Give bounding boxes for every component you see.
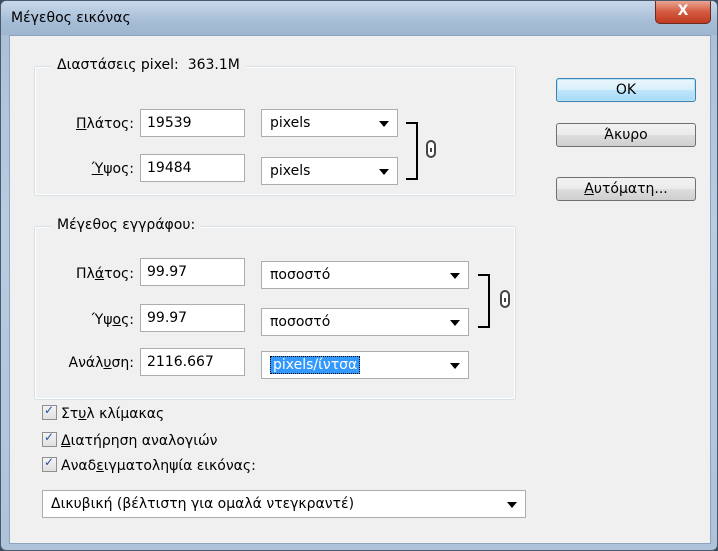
dialog-title: Μέγεθος εικόνας <box>11 10 131 26</box>
pixel-size-value: 363.1M <box>187 57 240 73</box>
dialog-body: Διαστάσεις pixel: 363.1M Πλάτος: 19539 p… <box>9 35 711 544</box>
chain-link-icon <box>500 290 510 308</box>
pixel-height-unit-select[interactable]: pixels <box>261 157 398 185</box>
doc-height-input[interactable]: 99.97 <box>140 304 245 332</box>
checkbox-checked-icon <box>42 455 57 472</box>
scale-styles-checkbox[interactable]: Στυλ κλίμακας <box>42 403 164 423</box>
chevron-down-icon <box>507 502 517 508</box>
document-size-title: Μέγεθος εγγράφου: <box>51 217 202 233</box>
title-bar: Μέγεθος εικόνας X <box>1 1 717 35</box>
doc-width-label: Πλάτος: <box>76 266 134 282</box>
resolution-unit-select[interactable]: pixels/ίντσα <box>261 351 469 379</box>
chevron-down-icon <box>379 169 389 175</box>
auto-button[interactable]: Αυτόματη... <box>556 177 696 201</box>
chevron-down-icon <box>450 363 460 369</box>
doc-height-unit-select[interactable]: ποσοστό <box>261 308 469 336</box>
resample-image-checkbox[interactable]: Αναδειγματοληψία εικόνας: <box>42 455 256 475</box>
doc-width-input[interactable]: 99.97 <box>140 258 245 286</box>
pixel-constrain-bracket <box>406 122 418 180</box>
pixel-width-unit-select[interactable]: pixels <box>261 109 398 137</box>
pixel-height-input[interactable]: 19484 <box>140 154 245 182</box>
checkbox-checked-icon <box>42 403 57 420</box>
checkbox-checked-icon <box>42 430 57 447</box>
cancel-button[interactable]: Άκυρο <box>556 123 696 147</box>
chain-link-icon <box>426 140 436 158</box>
constrain-proportions-checkbox[interactable]: Διατήρηση αναλογιών <box>42 430 218 450</box>
chevron-down-icon <box>450 320 460 326</box>
resolution-input[interactable]: 2116.667 <box>140 348 245 376</box>
pixel-width-input[interactable]: 19539 <box>140 109 245 137</box>
resample-method-select[interactable]: Δικυβική (βέλτιστη για ομαλά ντεγκραντέ) <box>42 490 526 518</box>
resolution-label: Ανάλυση: <box>68 355 135 371</box>
doc-constrain-bracket <box>478 274 490 328</box>
pixel-width-label: Πλάτος: <box>76 116 134 132</box>
chevron-down-icon <box>379 121 389 127</box>
chevron-down-icon <box>450 273 460 279</box>
ok-button[interactable]: OK <box>556 78 696 102</box>
pixel-height-label: Ύψος: <box>91 161 134 177</box>
doc-width-unit-select[interactable]: ποσοστό <box>261 261 469 289</box>
image-size-dialog: Μέγεθος εικόνας X Διαστάσεις pixel: 363.… <box>0 0 718 551</box>
pixel-dimensions-title: Διαστάσεις pixel: 363.1M <box>51 57 246 73</box>
close-button[interactable]: X <box>655 1 711 24</box>
doc-height-label: Ύψος: <box>91 312 134 328</box>
